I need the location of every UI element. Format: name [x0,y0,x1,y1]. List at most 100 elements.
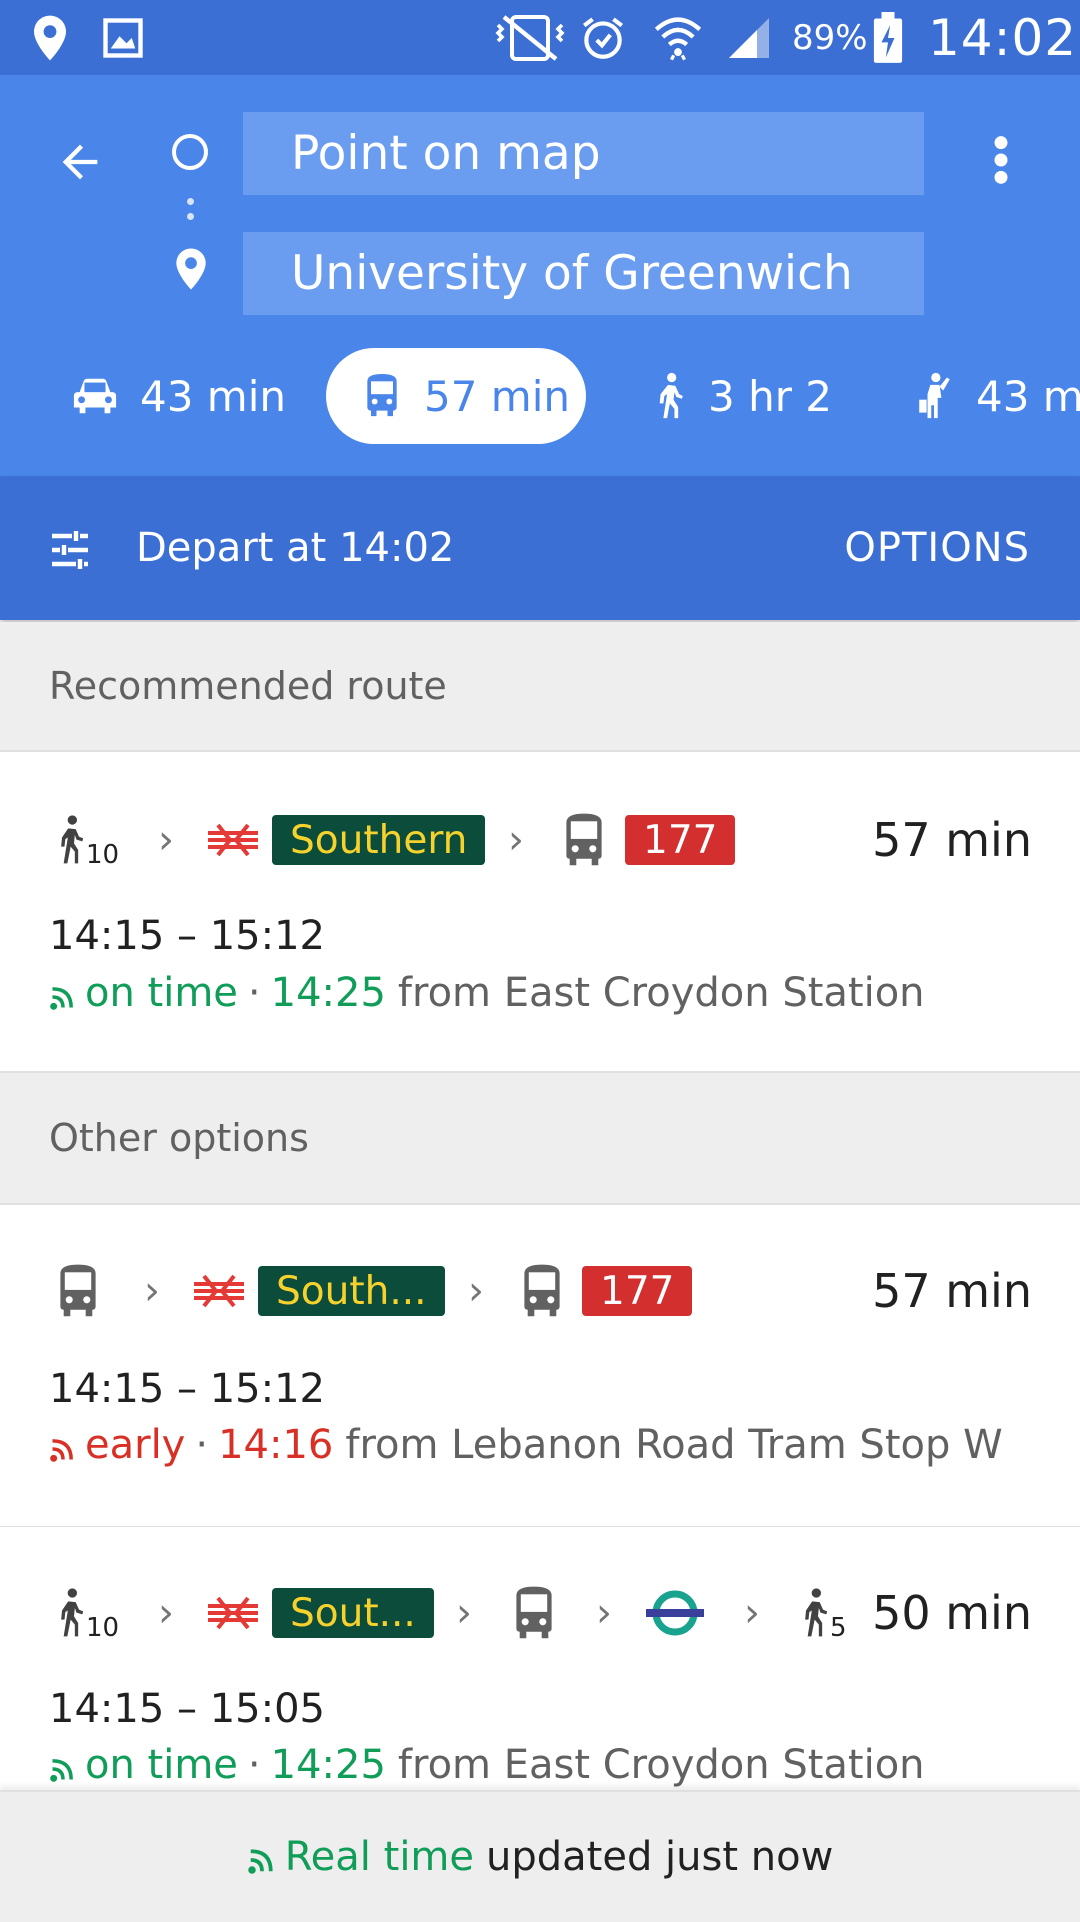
mode-tab-driving-label: 43 min [140,371,286,421]
updated-label: updated just now [486,1834,834,1880]
recommended-section-header: Recommended route [0,622,1080,752]
battery-percent: 89% [792,17,868,58]
status-time: 14:02 [928,8,1078,67]
depart-bar: Depart at 14:02 OPTIONS [0,476,1080,620]
train-line-label: South... [258,1266,445,1316]
directions-header: Point on map University of Greenwich 43 … [0,75,1080,476]
more-options-button[interactable] [976,125,1026,195]
route-duration: 57 min [872,813,1032,867]
bus-number-badge: 177 [582,1251,693,1331]
chevron-right-icon: › [456,1590,472,1636]
realtime-icon [247,1849,273,1874]
bus-icon [512,1573,556,1653]
train-line-badge: Southern [272,800,486,880]
realtime-footer: Real time updated just now [0,1790,1080,1922]
realtime-icon [50,1759,73,1782]
mode-tab-transit[interactable]: 57 min [326,348,586,444]
alarm-icon [578,0,628,75]
walk-minutes: 5 [830,1613,847,1643]
chevron-right-icon: › [144,1268,160,1314]
status-separator: · [195,1422,209,1468]
battery-charging-icon [872,0,904,75]
status-time: 14:25 [270,1742,386,1788]
destination-pin-icon [172,247,210,295]
signal-icon [724,0,774,75]
status-separator: · [247,1742,261,1788]
realtime-icon [50,1439,73,1462]
back-button[interactable] [48,130,112,194]
walk-step: 10 [54,1573,119,1653]
walk-icon [805,1588,828,1637]
walk-step: 10 [54,800,119,880]
route-steps: 10 › Southern › 177 57 min [0,800,1080,880]
origin-circle-icon [172,134,208,170]
route-status-line: on time · 14:25 from East Croydon Statio… [49,1742,925,1788]
location-icon [30,0,70,75]
realtime-icon [50,987,73,1010]
underground-roundel-icon [644,1573,706,1653]
bus-icon [56,1251,100,1331]
train-line-badge: Sout... [272,1573,434,1653]
depart-time-button[interactable]: Depart at 14:02 [136,476,454,620]
walk-step: 5 [798,1573,847,1653]
options-button[interactable]: OPTIONS [844,476,1030,620]
walk-icon [61,1588,84,1637]
bus-icon [520,1251,564,1331]
walk-minutes: 10 [86,840,120,870]
mode-tab-transit-label: 57 min [424,371,570,421]
national-rail-icon [204,800,262,880]
ride-hail-icon [914,372,954,420]
status-label: on time [85,1742,238,1788]
status-label: early [85,1422,186,1468]
tune-icon[interactable] [46,526,94,578]
origin-field[interactable]: Point on map [243,112,924,195]
route-times: 14:15 – 15:12 [49,913,325,959]
travel-mode-tabs: 43 min 57 min 3 hr 2 43 mi [0,348,1080,444]
realtime-label: Real time [284,1834,475,1880]
train-line-badge: South... [258,1251,445,1331]
walk-icon [61,815,84,864]
chevron-right-icon: › [596,1590,612,1636]
route-duration: 57 min [872,1264,1032,1318]
route-card[interactable]: 10 › Southern › 177 57 min 14:15 – 15:12… [0,753,1080,1073]
train-line-label: Southern [272,815,486,865]
chevron-right-icon: › [158,817,174,863]
status-separator: · [247,970,261,1016]
national-rail-icon [204,1573,262,1653]
status-label: on time [85,970,238,1016]
train-line-label: Sout... [272,1588,434,1638]
walk-minutes: 10 [86,1613,120,1643]
route-duration: 50 min [872,1586,1032,1640]
status-time: 14:16 [218,1422,334,1468]
route-steps: › South... › 177 57 min [0,1251,1080,1331]
transit-icon [362,374,402,418]
mode-tab-ride[interactable]: 43 mi [914,348,1080,444]
route-times: 14:15 – 15:05 [49,1686,325,1732]
national-rail-icon [190,1251,248,1331]
bus-number-label: 177 [625,815,736,865]
status-bar: 89% 14:02 [0,0,1080,75]
route-steps: 10 › Sout... › › › 5 50 min [0,1573,1080,1653]
image-icon [102,0,144,75]
arrow-back-icon [62,144,98,180]
destination-field[interactable]: University of Greenwich [243,232,924,315]
status-from: from East Croydon Station [397,1742,925,1788]
mode-tab-walking[interactable]: 3 hr 2 [650,348,832,444]
route-dots-icon [187,198,195,228]
chevron-right-icon: › [468,1268,484,1314]
route-status-line: early · 14:16 from Lebanon Road Tram Sto… [49,1422,1003,1468]
route-card[interactable]: 10 › Sout... › › › 5 50 min 14:15 – 15:0… [0,1527,1080,1797]
route-card[interactable]: › South... › 177 57 min 14:15 – 15:12 ea… [0,1206,1080,1528]
chevron-right-icon: › [158,1590,174,1636]
status-from: from East Croydon Station [397,970,925,1016]
chevron-right-icon: › [744,1590,760,1636]
vibrate-off-icon [494,0,566,75]
bus-icon [562,800,606,880]
bus-number-label: 177 [582,1266,693,1316]
chevron-right-icon: › [508,817,524,863]
more-vert-icon [994,136,1008,184]
mode-tab-driving[interactable]: 43 min [72,348,286,444]
car-icon [72,376,118,416]
bus-number-badge: 177 [625,800,736,880]
other-options-header: Other options [0,1073,1080,1205]
